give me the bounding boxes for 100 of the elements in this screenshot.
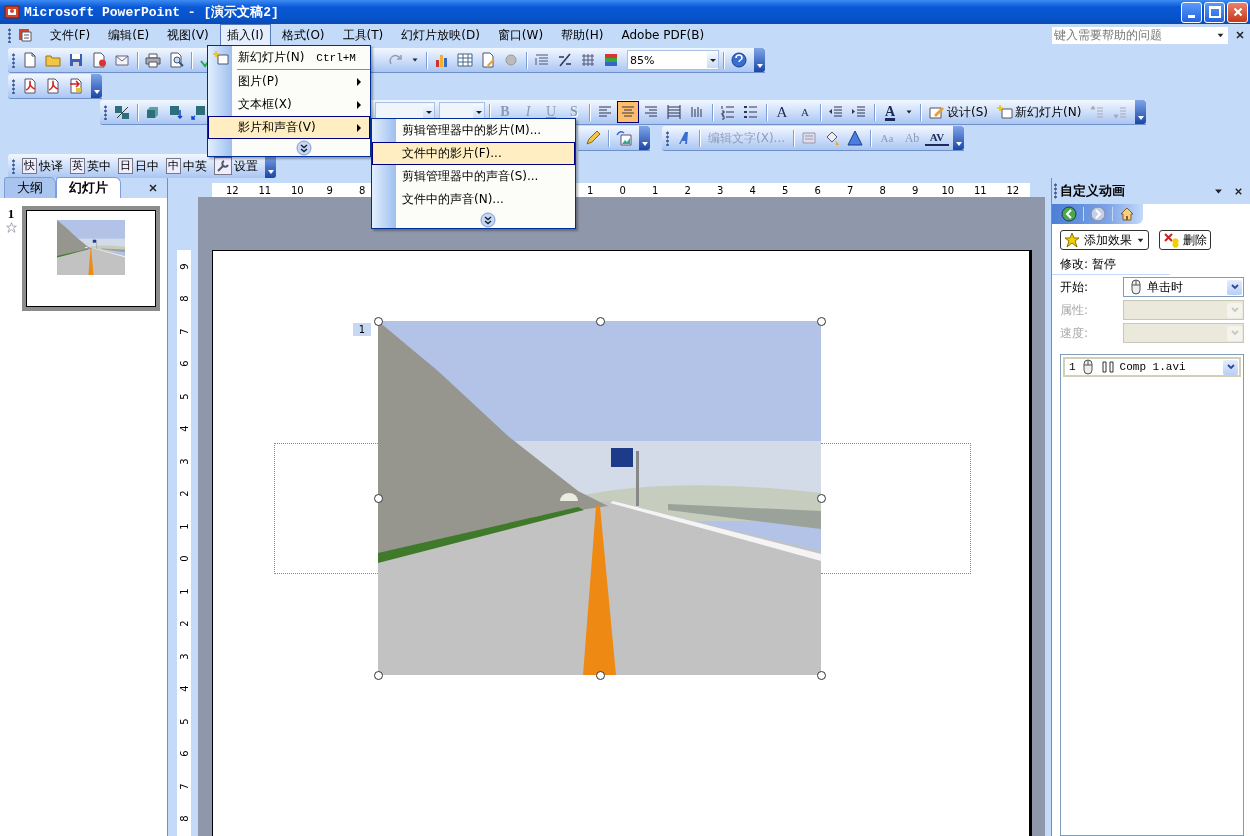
close-icon[interactable] <box>1234 29 1246 41</box>
effect-item[interactable]: 1 Comp 1.avi <box>1063 357 1241 377</box>
language-button[interactable]: 日 日中 <box>115 155 162 177</box>
resize-handle[interactable] <box>374 494 383 503</box>
folder-icon[interactable] <box>45 52 61 68</box>
toolbar-grip[interactable] <box>12 52 15 68</box>
page-pencil-icon[interactable] <box>480 52 496 68</box>
blank-page-icon[interactable] <box>22 52 38 68</box>
add-effect-button[interactable]: 添加效果 <box>1060 230 1149 250</box>
dropdown-field[interactable] <box>1123 323 1244 343</box>
toolbar-options-button[interactable] <box>1135 100 1147 124</box>
font-size-button[interactable]: A <box>771 101 793 123</box>
minimize-button[interactable] <box>1181 1 1202 23</box>
toolbar-grip[interactable] <box>666 130 669 146</box>
numbered-list-icon[interactable] <box>720 104 736 120</box>
outdent-icon[interactable] <box>828 104 844 120</box>
toolbar-options-button[interactable] <box>953 126 965 150</box>
help-search-field[interactable]: 键入需要帮助的问题 <box>1052 26 1228 44</box>
menu-item[interactable]: 工具(T) <box>335 23 391 47</box>
chevron-down-double-icon[interactable] <box>295 139 312 156</box>
pdf-arrow-page-icon[interactable] <box>68 78 84 94</box>
restore-button[interactable] <box>1204 1 1225 23</box>
page-stop-icon[interactable] <box>91 52 107 68</box>
indent-icon[interactable] <box>851 104 867 120</box>
menu-item[interactable]: 剪辑管理器中的声音(S)... <box>372 165 575 188</box>
font-color-button[interactable]: A <box>879 101 901 123</box>
lines-icon[interactable] <box>534 52 550 68</box>
resize-handle[interactable] <box>817 494 826 503</box>
slide-thumbnail[interactable] <box>22 206 160 311</box>
dropdown-field[interactable] <box>1123 300 1244 320</box>
toolbar-options-button[interactable] <box>639 126 650 150</box>
dropdown-field[interactable]: 单击时 <box>1123 277 1244 297</box>
help-icon[interactable] <box>731 52 747 68</box>
image-icon[interactable] <box>616 130 632 146</box>
menu-item[interactable]: Adobe PDF(B) <box>614 25 712 45</box>
language-button[interactable]: 设置 <box>211 155 261 177</box>
envelope-icon[interactable] <box>114 52 130 68</box>
paint-bucket-icon[interactable] <box>824 130 841 146</box>
toolbar-grip[interactable] <box>8 27 11 43</box>
resize-handle[interactable] <box>595 317 605 326</box>
table-icon[interactable] <box>457 52 473 68</box>
square-arrow-left-icon[interactable] <box>191 104 207 120</box>
menu-item[interactable]: 格式(O) <box>274 23 332 47</box>
pane-grip[interactable] <box>1054 183 1057 199</box>
page-magnifier-icon[interactable] <box>168 52 184 68</box>
language-button[interactable]: 中 中英 <box>163 155 210 177</box>
language-button[interactable]: 英 英中 <box>67 155 114 177</box>
menu-item[interactable]: 幻灯片放映(D) <box>394 23 487 47</box>
menu-item[interactable]: 文件中的影片(F)... <box>372 142 575 165</box>
toolbar-grip[interactable] <box>104 104 107 120</box>
slash-lines-icon[interactable] <box>557 52 573 68</box>
menu-item[interactable]: 视图(V) <box>160 23 216 47</box>
menu-item[interactable]: 影片和声音(V) <box>208 116 370 139</box>
align-center-button[interactable] <box>617 101 639 123</box>
resize-handle[interactable] <box>374 671 383 680</box>
bar-chart-icon[interactable] <box>434 52 450 68</box>
grid-icon[interactable] <box>580 52 596 68</box>
printer-icon[interactable] <box>145 52 161 68</box>
triangle-down-icon[interactable] <box>905 108 913 116</box>
resize-handle[interactable] <box>595 671 605 680</box>
house-icon[interactable] <box>1119 206 1135 222</box>
menu-item[interactable]: 文件中的声音(N)... <box>372 188 575 211</box>
bulleted-list-icon[interactable] <box>743 104 759 120</box>
toolbar-options-button[interactable] <box>91 74 102 98</box>
language-button[interactable]: 快 快译 <box>19 155 66 177</box>
menu-item[interactable]: 编辑(E) <box>101 23 157 47</box>
resize-handle[interactable] <box>374 317 383 326</box>
cube-icon[interactable] <box>145 104 161 120</box>
pdf-page-icon[interactable] <box>45 78 61 94</box>
menu-item[interactable]: 新幻灯片(N) Ctrl+M <box>208 46 370 69</box>
menu-item[interactable]: 文件(F) <box>43 23 98 47</box>
pdf-page-icon[interactable] <box>22 78 38 94</box>
squares-icon[interactable] <box>114 104 130 120</box>
toolbar-grip[interactable] <box>12 158 15 174</box>
triangle-down-icon[interactable] <box>411 56 419 64</box>
toolbar-options-button[interactable] <box>754 48 765 72</box>
square-arrow-icon[interactable] <box>168 104 184 120</box>
pencil-icon[interactable] <box>585 130 601 146</box>
color-bars-icon[interactable] <box>603 52 619 68</box>
font-size-button[interactable]: A <box>794 101 816 123</box>
zoom-combo[interactable]: 85% <box>627 50 719 70</box>
design-button[interactable]: 设计(S) <box>925 101 992 123</box>
toolbar-grip[interactable] <box>12 78 15 94</box>
resize-handle[interactable] <box>817 317 826 326</box>
menu-logo-icon[interactable] <box>17 27 33 43</box>
pane-tab[interactable]: 幻灯片 <box>56 177 121 198</box>
menu-item[interactable]: 窗口(W) <box>490 23 551 47</box>
chevron-down-double-icon[interactable] <box>480 211 496 228</box>
menu-item[interactable]: 文本框(X) <box>208 93 370 116</box>
pane-tab[interactable]: 大纲 <box>4 177 56 198</box>
close-icon[interactable] <box>147 182 159 194</box>
menu-item[interactable]: 帮助(H) <box>554 23 611 47</box>
new-slide-button[interactable]: 新幻灯片(N) <box>993 101 1086 123</box>
wordart-glyph-button[interactable]: AV <box>925 130 950 146</box>
app-logo-icon[interactable] <box>4 4 20 20</box>
menu-item[interactable]: 图片(P) <box>208 70 370 93</box>
remove-button[interactable]: 删除 <box>1159 230 1211 250</box>
resize-handle[interactable] <box>817 671 826 680</box>
ruler-label: 8 <box>878 184 887 196</box>
close-button[interactable] <box>1227 1 1248 23</box>
